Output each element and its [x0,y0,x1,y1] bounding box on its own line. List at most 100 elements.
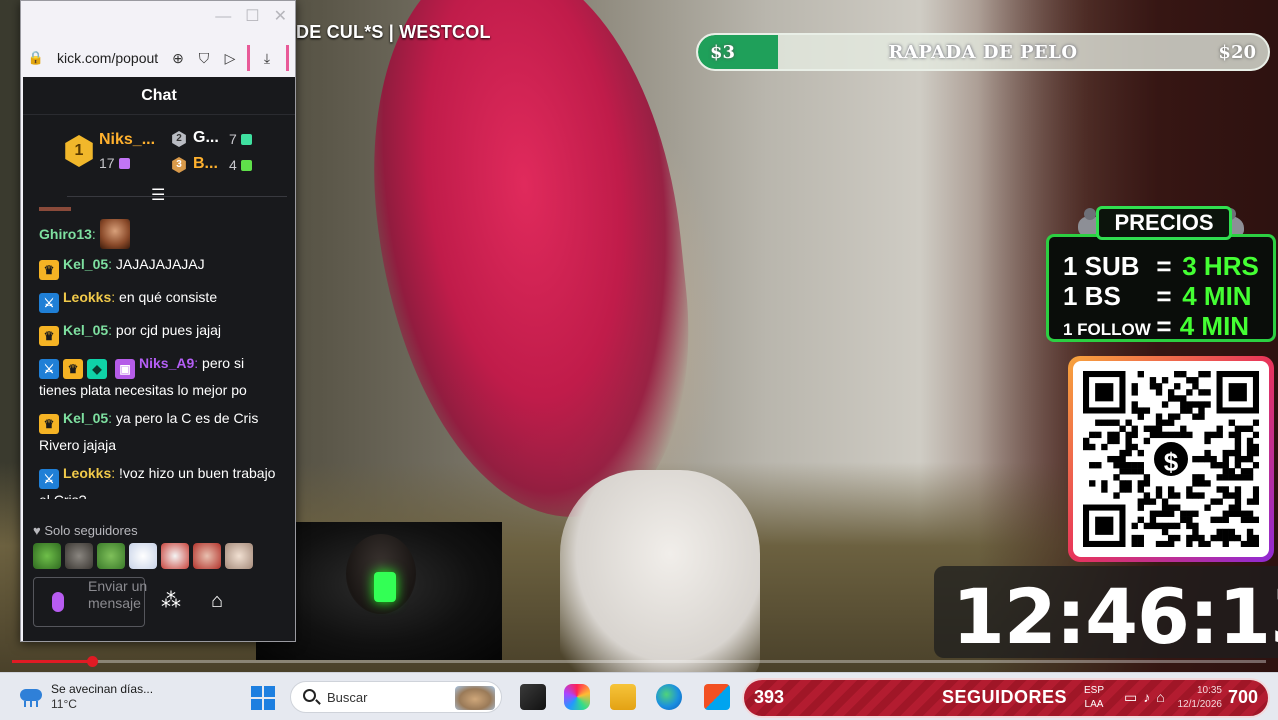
windows-start-icon[interactable] [251,686,275,710]
chat-username[interactable]: Ghiro13 [39,226,92,242]
emote-button[interactable] [33,543,61,569]
moderator-badge-icon: ⚔ [39,359,59,379]
send-icon[interactable]: ▷ [217,50,243,67]
clock-date[interactable]: 10:35 12/1/2026 [1178,684,1223,712]
price-row: 1 BS = 4 MIN [1063,281,1252,311]
donation-qr-code: $ [1068,356,1274,562]
chat-message: ⚔ Leokks: en qué consiste [39,286,283,313]
heart-icon: ♥ [33,523,41,538]
emote-button[interactable] [225,543,253,569]
video-progress-bar[interactable] [12,656,1266,667]
emote-partial [39,207,71,211]
chat-message: ♛ Kel_05: por cjd pues jajaj [39,319,283,346]
chat-username[interactable]: Niks_A9 [139,355,194,371]
vip-badge-icon: ◆ [87,359,107,379]
chat-message: ⚔Leokks: !voz hizo un buen trabajo el Cr… [39,462,283,499]
chat-input-placeholder: Enviar un mensaje [88,578,148,611]
rank-3-medal: 3 [172,157,186,173]
weather-forecast: Se avecinan días... [51,682,154,696]
shield-icon[interactable]: ⛉ [191,50,217,67]
streamer-shirt [560,470,760,672]
maximize-button[interactable]: ☐ [245,9,259,25]
leader-name: G... [193,129,219,146]
search-icon [303,689,316,702]
chat-popout-window: — ☐ ✕ 🔒 kick.com/popout ⊕ ⛉ ▷ ⤓ Chat 1 N… [20,0,296,642]
chat-panel: Chat 1 Niks_... 17 2 G... 7 3 B... 4 ☰ G… [23,77,295,641]
chat-message: Ghiro13: [39,219,283,249]
rank-1-medal: 1 [65,135,93,167]
address-url[interactable]: kick.com/popout [57,50,165,66]
goal-bar: $3 RAPADA DE PELO $20 [696,33,1270,71]
crown-badge-icon: ♛ [39,414,59,434]
webcam-green-cup [374,572,396,602]
leaderboard-divider [67,196,287,197]
store-icon[interactable]: ⌂ [211,591,223,611]
keyboard-language[interactable]: ESP LAA [1084,684,1104,712]
chat-message: ♛ Kel_05: ya pero la C es de Cris Rivero … [39,410,259,453]
dollar-icon: $ [1151,439,1191,479]
address-bar: 🔒 kick.com/popout ⊕ ⛉ ▷ ⤓ [23,43,293,73]
emote-button[interactable] [161,543,189,569]
windows-taskbar: Se avecinan días... 11°C Buscar 393 SEGU… [0,672,1278,720]
followers-goal: 700 [1227,687,1258,707]
tab-indicator [247,45,250,71]
gift-icon [240,134,252,145]
search-highlight-image [455,686,495,710]
emote-button[interactable] [129,543,157,569]
minimize-button[interactable]: — [215,9,231,25]
system-tray-icons[interactable]: ▭♪⌂ [1124,689,1171,706]
gift-icon [118,158,130,169]
chat-username[interactable]: Kel_05 [63,410,108,426]
goal-bar-label: RAPADA DE PELO [888,42,1078,63]
kick-points-icon[interactable]: ⁂ [161,591,181,611]
chat-text: en qué consiste [115,289,218,305]
gift-leaderboard[interactable]: 1 Niks_... 17 2 G... 7 3 B... 4 [23,115,295,195]
followers-counter: 393 SEGUIDORES ESP LAA ▭♪⌂ 10:35 12/1/2026… [742,678,1270,718]
emote-button[interactable] [193,543,221,569]
leader-name: B... [193,155,218,172]
zoom-icon[interactable]: ⊕ [165,50,191,67]
weather-temperature: 11°C [51,697,77,711]
chat-username[interactable]: Kel_05 [63,256,108,272]
gift-icon [240,160,252,171]
download-icon[interactable]: ⤓ [254,50,280,67]
emote-button[interactable] [97,543,125,569]
chat-username[interactable]: Leokks [63,465,111,481]
chat-username[interactable]: Kel_05 [63,322,108,338]
weather-widget[interactable]: Se avecinan días... 11°C [51,682,153,712]
goal-bar-end: $20 [1218,42,1256,63]
chat-messages: Ghiro13: ♛ Kel_05: JAJAJAJAJAJ ⚔ Leokks: e… [23,199,295,499]
crown-badge-icon: ♛ [63,359,83,379]
chat-message: ⚔ ♛ ◆ ▣ Niks_A9: pero si tienes plata necesi… [39,355,247,398]
close-button[interactable]: ✕ [274,9,287,25]
leader-count: 7 [229,131,252,147]
price-row: 1 FOLLOW = 4 MIN [1063,311,1250,341]
emote-quick-bar [33,543,253,569]
chat-username[interactable]: Leokks [63,289,111,305]
emote-image [99,219,130,249]
streamer-hair [351,0,709,535]
chat-message: ♛ Kel_05: JAJAJAJAJAJ [39,253,283,280]
window-controls: — ☐ ✕ [215,9,287,25]
moderator-badge-icon: ⚔ [39,293,59,313]
crown-badge-icon: ♛ [39,326,59,346]
taskbar-search[interactable]: Buscar [290,681,502,713]
task-view-icon[interactable] [520,684,546,710]
chat-text: por cjd pues jajaj [112,322,221,338]
microphone-icon[interactable] [52,592,64,612]
chat-toolbar: ⁂ ⌂ [161,591,223,611]
lock-icon[interactable]: 🔒 [23,50,49,66]
chat-input[interactable]: Enviar un mensaje [33,577,148,627]
stream-title: DE CUL*S | WESTCOL [296,22,491,42]
prices-title: PRECIOS [1096,206,1232,240]
file-explorer-icon[interactable] [610,684,636,710]
video-progress-fill [12,660,93,663]
edge-browser-icon[interactable] [656,684,682,710]
copilot-icon[interactable] [564,684,590,710]
weather-rain-icon[interactable] [18,685,44,707]
followers-label: SEGUIDORES [942,687,1068,707]
store-app-icon[interactable] [704,684,730,710]
stream-timer: 12:46:13 [952,572,1278,661]
emote-button[interactable] [65,543,93,569]
prices-panel: 1 SUB = 3 HRS 1 BS = 4 MIN 1 FOLLOW = 4 MIN [1046,234,1276,342]
